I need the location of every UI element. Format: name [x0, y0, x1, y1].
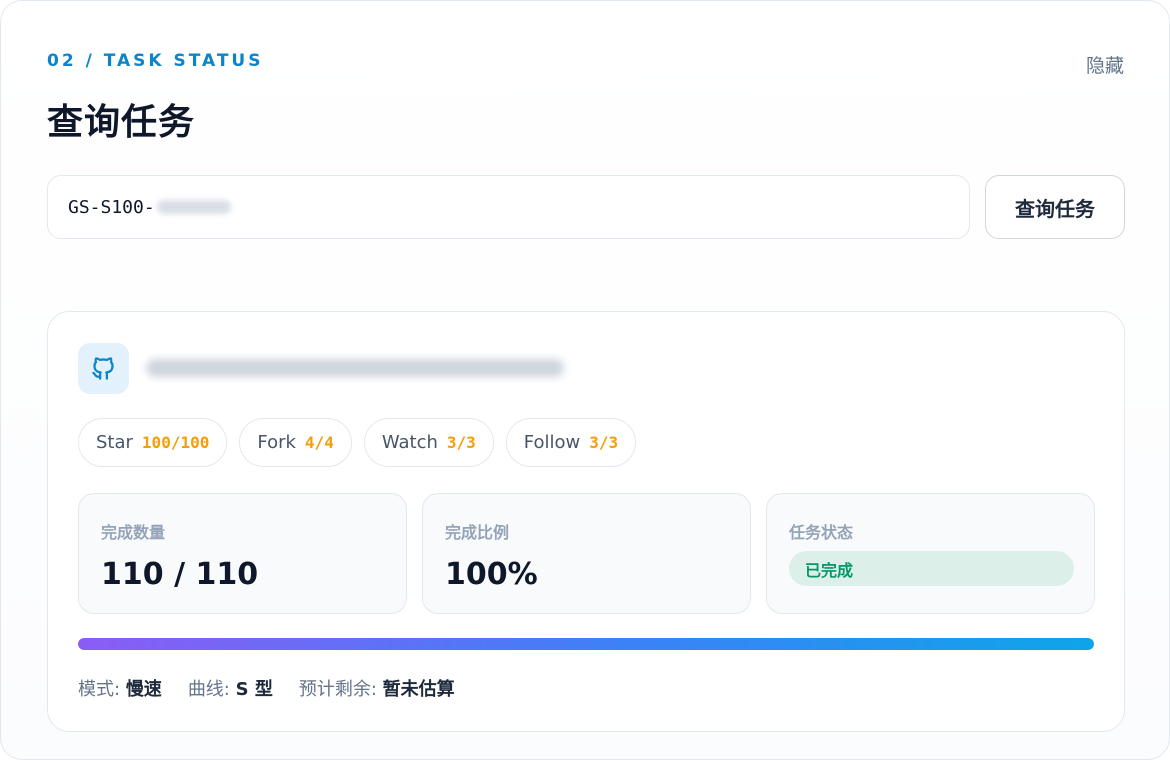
eta-value: 暂未估算 — [382, 679, 455, 700]
task-stats: 完成数量 110 / 110 完成比例 100% 任务状态 已完成 — [78, 493, 1095, 614]
github-icon — [78, 343, 129, 394]
watch-chip-label: Watch — [381, 432, 438, 453]
status-badge: 已完成 — [789, 551, 1074, 586]
mode-label: 模式: — [78, 679, 121, 700]
completed-count-value: 110 / 110 — [101, 557, 259, 592]
curve-label: 曲线: — [187, 679, 230, 700]
mode-value: 慢速 — [125, 679, 162, 700]
redacted-task-id-suffix — [156, 200, 231, 214]
follow-chip: Follow 3/3 — [505, 418, 637, 467]
task-meta: 模式: 慢速 曲线: S 型 预计剩余: 暂未估算 — [78, 675, 455, 701]
page-title: 查询任务 — [47, 102, 196, 143]
star-chip-value: 100/100 — [141, 433, 210, 452]
watch-chip-value: 3/3 — [446, 433, 476, 452]
mode-meta: 模式: 慢速 — [78, 675, 162, 701]
eta-meta: 预计剩余: 暂未估算 — [299, 675, 455, 701]
completion-ratio-label: 完成比例 — [445, 523, 510, 542]
completed-count-card: 完成数量 110 / 110 — [78, 493, 407, 614]
completion-ratio-card: 完成比例 100% — [422, 493, 751, 614]
search-row: GS-S100- 查询任务 — [47, 175, 1125, 239]
fork-chip-label: Fork — [257, 432, 296, 453]
completed-count-label: 完成数量 — [101, 523, 166, 542]
eta-label: 预计剩余: — [298, 679, 377, 700]
task-status-label: 任务状态 — [789, 523, 854, 542]
task-status-card: 任务状态 已完成 — [766, 493, 1095, 614]
fork-chip: Fork 4/4 — [239, 418, 352, 467]
follow-chip-value: 3/3 — [589, 433, 619, 452]
star-chip: Star 100/100 — [78, 418, 228, 467]
progress-fill — [78, 638, 1094, 650]
task-status-panel: 02 / TASK STATUS 隐藏 查询任务 GS-S100- 查询任务 S… — [0, 0, 1170, 760]
task-id-input[interactable]: GS-S100- — [47, 175, 970, 239]
watch-chip: Watch 3/3 — [363, 418, 494, 467]
follow-chip-label: Follow — [523, 432, 581, 453]
task-id-value: GS-S100- — [68, 196, 155, 218]
progress-bar — [78, 638, 1094, 650]
task-type-chips: Star 100/100 Fork 4/4 Watch 3/3 Follow 3… — [78, 418, 637, 467]
task-result-card: Star 100/100 Fork 4/4 Watch 3/3 Follow 3… — [47, 311, 1125, 732]
section-eyebrow: 02 / TASK STATUS — [47, 51, 264, 71]
redacted-repository-name — [146, 359, 564, 377]
star-chip-label: Star — [96, 432, 133, 453]
fork-chip-value: 4/4 — [304, 433, 334, 452]
curve-value: S 型 — [235, 679, 273, 700]
hide-button[interactable]: 隐藏 — [1086, 51, 1124, 78]
query-task-button[interactable]: 查询任务 — [985, 175, 1125, 239]
completion-ratio-value: 100% — [445, 557, 538, 592]
curve-meta: 曲线: S 型 — [188, 675, 273, 701]
